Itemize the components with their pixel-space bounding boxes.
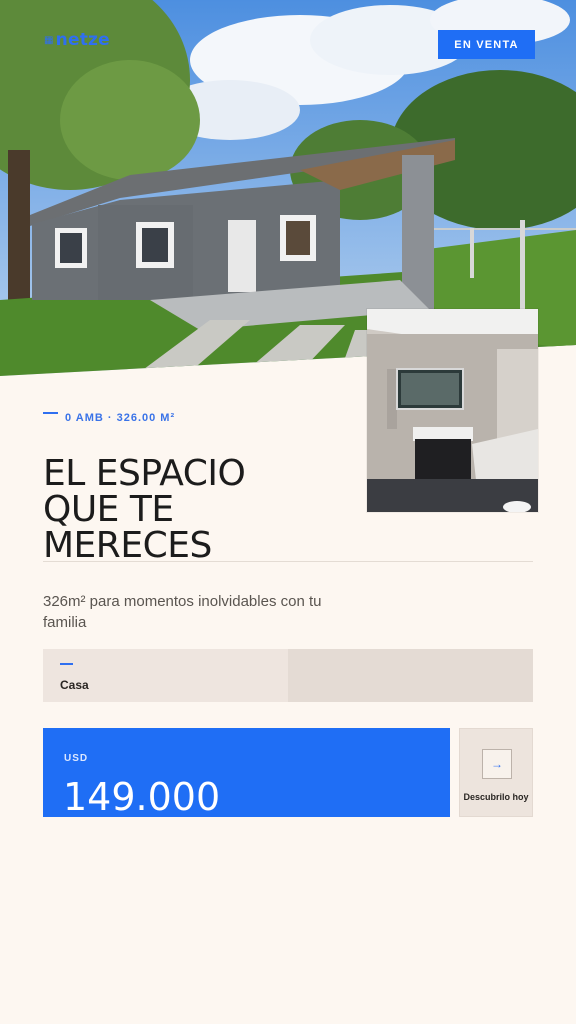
page-title: EL ESPACIO QUE TE MERECES xyxy=(43,456,343,564)
price-currency: USD xyxy=(64,753,89,764)
property-type-label: Casa xyxy=(60,678,89,692)
brand-logo[interactable]: ▦ netze xyxy=(44,30,110,50)
bathroom-photo xyxy=(367,309,538,512)
title-line-2: QUE TE xyxy=(43,489,174,530)
logo-text: netze xyxy=(55,30,110,50)
property-meta: 0 AMB · 326.00 M² xyxy=(65,412,176,424)
subtitle: 326m² para momentos inolvidables con tu … xyxy=(43,593,322,631)
property-type-card: Casa xyxy=(43,649,288,702)
discover-button[interactable]: → Descubrilo hoy xyxy=(459,728,533,817)
type-dash xyxy=(60,663,73,665)
discover-label: Descubrilo hoy xyxy=(463,792,529,802)
status-badge: EN VENTA xyxy=(438,30,535,59)
property-info-card xyxy=(288,649,533,702)
price-card: USD 149.000 xyxy=(43,728,450,817)
meta-dash xyxy=(43,412,58,414)
arrow-right-icon[interactable]: → xyxy=(482,749,512,779)
title-line-3: MERECES xyxy=(43,525,212,566)
logo-mark-icon: ▦ xyxy=(44,34,54,46)
title-line-1: EL ESPACIO xyxy=(43,453,246,494)
price-amount: 149.000 xyxy=(63,775,221,817)
divider xyxy=(43,561,533,562)
